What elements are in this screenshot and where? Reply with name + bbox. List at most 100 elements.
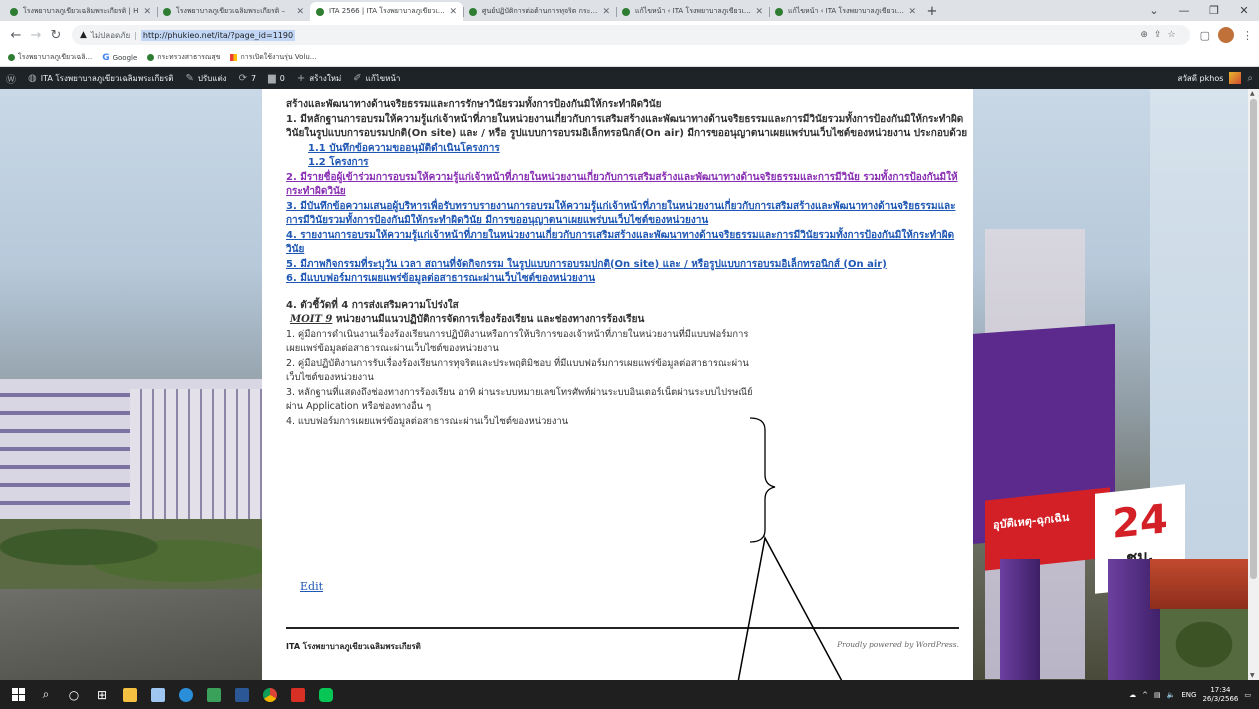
- customize-button[interactable]: ✎ ปรับแต่ง: [185, 72, 226, 85]
- line-icon[interactable]: [314, 683, 338, 707]
- url-text[interactable]: http://phukieo.net/ita/?page_id=1190: [140, 29, 296, 41]
- bookmark-item[interactable]: การเปิดใช้งานรุ่น Volu...: [230, 52, 316, 63]
- back-arrow-icon[interactable]: ←: [6, 28, 26, 43]
- dashboard-icon: ◍: [28, 72, 37, 84]
- minimize-icon[interactable]: —: [1169, 4, 1199, 17]
- wp-admin-bar: Ⓦ ◍ ITA โรงพยาบาลภูเขียวเฉลิมพระเกียรติ …: [0, 67, 1259, 89]
- cortana-icon[interactable]: ○: [62, 683, 86, 707]
- zoom-icon[interactable]: ⊕: [1140, 30, 1154, 40]
- close-tab-icon[interactable]: ✕: [296, 7, 304, 17]
- new-label: สร้างใหม่: [309, 73, 342, 83]
- browser-tab[interactable]: ศูนย์ปฏิบัติการต่อต้านการทุจริต กระทรวง …: [463, 2, 616, 21]
- close-tab-icon[interactable]: ✕: [449, 7, 457, 17]
- close-tab-icon[interactable]: ✕: [143, 7, 151, 17]
- moit-item-2: 2. คู่มือปฏิบัติงานการรับเรื่องร้องเรียน…: [286, 357, 749, 384]
- browser-tab[interactable]: โรงพยาบาลภูเขียวเฉลิมพระเกียรติ – ✕: [157, 2, 310, 21]
- sub-link-1-1[interactable]: 1.1 บันทึกข้อความขออนุมัติดำเนินโครงการ: [308, 143, 500, 154]
- criteria-link-6[interactable]: 6. มีแบบฟอร์มการเผยแพร่ข้อมูลต่อสาธารณะผ…: [286, 273, 595, 284]
- word-icon[interactable]: [230, 683, 254, 707]
- tab-title: โรงพยาบาลภูเขียวเฉลิมพระเกียรติ –: [176, 7, 286, 15]
- plus-icon: +: [296, 72, 306, 84]
- new-tab-button[interactable]: +: [922, 2, 942, 21]
- warning-icon[interactable]: ▲: [80, 30, 87, 40]
- edit-link[interactable]: Edit: [300, 580, 323, 593]
- scroll-down-icon[interactable]: ▼: [1250, 672, 1255, 679]
- updates-button[interactable]: ⟳ 7: [239, 73, 256, 84]
- comments-button[interactable]: ▆ 0: [268, 73, 285, 84]
- notification-icon[interactable]: ▭: [1244, 691, 1251, 699]
- paint-icon[interactable]: [146, 683, 170, 707]
- background-trees: [0, 519, 262, 589]
- tab-search-icon[interactable]: ⌄: [1139, 4, 1169, 17]
- restore-icon[interactable]: ❐: [1199, 4, 1229, 17]
- task-view-icon[interactable]: ⊞: [90, 683, 114, 707]
- bookmark-item[interactable]: โรงพยาบาลภูเขียวเฉลิ...: [8, 52, 92, 63]
- forward-arrow-icon[interactable]: →: [26, 28, 46, 43]
- photos-icon[interactable]: [202, 683, 226, 707]
- language-indicator[interactable]: ENG: [1181, 691, 1196, 699]
- acrobat-icon[interactable]: [286, 683, 310, 707]
- criteria-link-2[interactable]: 2. มีรายชื่อผู้เข้าร่วมการอบรมให้ความรู้…: [286, 172, 958, 198]
- scroll-up-icon[interactable]: ▲: [1250, 90, 1255, 97]
- reload-icon[interactable]: ↻: [46, 28, 66, 43]
- weather-icon[interactable]: ☁: [1129, 691, 1136, 699]
- sub-link-1-2[interactable]: 1.2 โครงการ: [308, 157, 369, 168]
- criteria-link-3[interactable]: 3. มีบันทึกข้อความเสนอผู้บริหารเพื่อรับท…: [286, 201, 956, 227]
- browser-tab[interactable]: โรงพยาบาลภูเขียวเฉลิมพระเกียรติ | H ✕: [4, 2, 157, 21]
- side-panel-icon[interactable]: ▢: [1200, 29, 1210, 42]
- start-button[interactable]: [6, 683, 30, 707]
- system-tray: ☁ ^ ▤ 🔈 ENG 17:34 26/3/2566 ▭: [1129, 686, 1259, 704]
- criteria-link-4[interactable]: 4. รายงานการอบรมให้ความรู้แก่เจ้าหน้าที่…: [286, 230, 954, 256]
- scrollbar-thumb[interactable]: [1250, 99, 1257, 579]
- wordpress-logo-button[interactable]: Ⓦ: [6, 71, 16, 86]
- hours-number: 24: [1112, 496, 1168, 548]
- browser-tab-active[interactable]: ITA 2566 | ITA โรงพยาบาลภูเขียวเฉลิ ✕: [310, 2, 463, 21]
- edit-page-button[interactable]: ✐ แก้ไขหน้า: [353, 72, 400, 85]
- security-label[interactable]: ไม่ปลอดภัย: [91, 29, 130, 42]
- moit-item-4: 4. แบบฟอร์มการเผยแพร่ข้อมูลต่อสาธารณะผ่า…: [286, 415, 569, 427]
- page-content: สร้างและพัฒนาทางด้านจริยธรรมและการรักษาว…: [262, 89, 973, 680]
- footer-credit[interactable]: Proudly powered by WordPress.: [807, 640, 959, 649]
- site-favicon-icon: [10, 7, 18, 16]
- close-tab-icon[interactable]: ✕: [908, 7, 916, 17]
- omnibox-actions: ⊕⇪☆: [1140, 30, 1181, 40]
- network-icon[interactable]: ▤: [1154, 691, 1161, 699]
- customize-label: ปรับแต่ง: [197, 73, 227, 83]
- edge-icon[interactable]: [174, 683, 198, 707]
- footer-site-name[interactable]: ITA โรงพยาบาลภูเขียวเฉลิมพระเกียรติ: [286, 640, 421, 653]
- tray-overflow-icon[interactable]: ^: [1142, 691, 1148, 699]
- user-avatar: [1229, 72, 1242, 84]
- site-name-button[interactable]: ◍ ITA โรงพยาบาลภูเขียวเฉลิมพระเกียรติ: [28, 72, 173, 85]
- search-icon[interactable]: ⌕: [34, 683, 58, 707]
- windows-logo-icon: [11, 688, 25, 701]
- browser-tab[interactable]: แก้ไขหน้า ‹ ITA โรงพยาบาลภูเขียวเฉลิ ✕: [616, 2, 769, 21]
- share-icon[interactable]: ⇪: [1154, 30, 1168, 40]
- address-bar[interactable]: ▲ ไม่ปลอดภัย | http://phukieo.net/ita/?p…: [72, 25, 1190, 45]
- bookmark-item[interactable]: G Google: [102, 53, 137, 63]
- user-account-menu[interactable]: สวัสดี pkhos ⌕: [1178, 72, 1253, 85]
- new-content-button[interactable]: + สร้างใหม่: [297, 72, 341, 85]
- criteria-link-5[interactable]: 5. มีภาพกิจกรรมที่ระบุวัน เวลา สถานที่จั…: [286, 259, 887, 270]
- profile-avatar[interactable]: [1218, 27, 1234, 43]
- bookmark-item[interactable]: กระทรวงสาธารณสุข: [147, 52, 220, 63]
- site-favicon-icon: [469, 7, 477, 16]
- browser-tab[interactable]: แก้ไขหน้า ‹ ITA โรงพยาบาลภูเขียวเฉลิ ✕: [769, 2, 922, 21]
- clock[interactable]: 17:34 26/3/2566: [1202, 686, 1238, 704]
- indicator-heading: 4. ตัวชี้วัดที่ 4 การส่งเสริมความโปร่งใส: [286, 299, 459, 311]
- close-tab-icon[interactable]: ✕: [755, 7, 763, 17]
- file-explorer-icon[interactable]: [118, 683, 142, 707]
- close-window-icon[interactable]: ✕: [1229, 4, 1259, 17]
- site-name: ITA โรงพยาบาลภูเขียวเฉลิมพระเกียรติ: [40, 73, 174, 83]
- chrome-icon[interactable]: [258, 683, 282, 707]
- bookmark-star-icon[interactable]: ☆: [1168, 30, 1182, 40]
- background-road: [0, 589, 262, 680]
- criteria-item-1: 1. มีหลักฐานการอบรมให้ความรู้แก่เจ้าหน้า…: [286, 113, 968, 140]
- close-tab-icon[interactable]: ✕: [602, 7, 610, 17]
- moit-tag: MOIT 9: [290, 314, 333, 325]
- google-icon: G: [102, 52, 110, 63]
- page-scrollbar[interactable]: ▲ ▼: [1248, 89, 1259, 680]
- moit-item-3: 3. หลักฐานที่แสดงถึงช่องทางการร้องเรียน …: [286, 386, 753, 413]
- menu-kebab-icon[interactable]: ⋮: [1242, 29, 1253, 42]
- volume-icon[interactable]: 🔈: [1167, 691, 1176, 699]
- search-icon[interactable]: ⌕: [1247, 73, 1253, 84]
